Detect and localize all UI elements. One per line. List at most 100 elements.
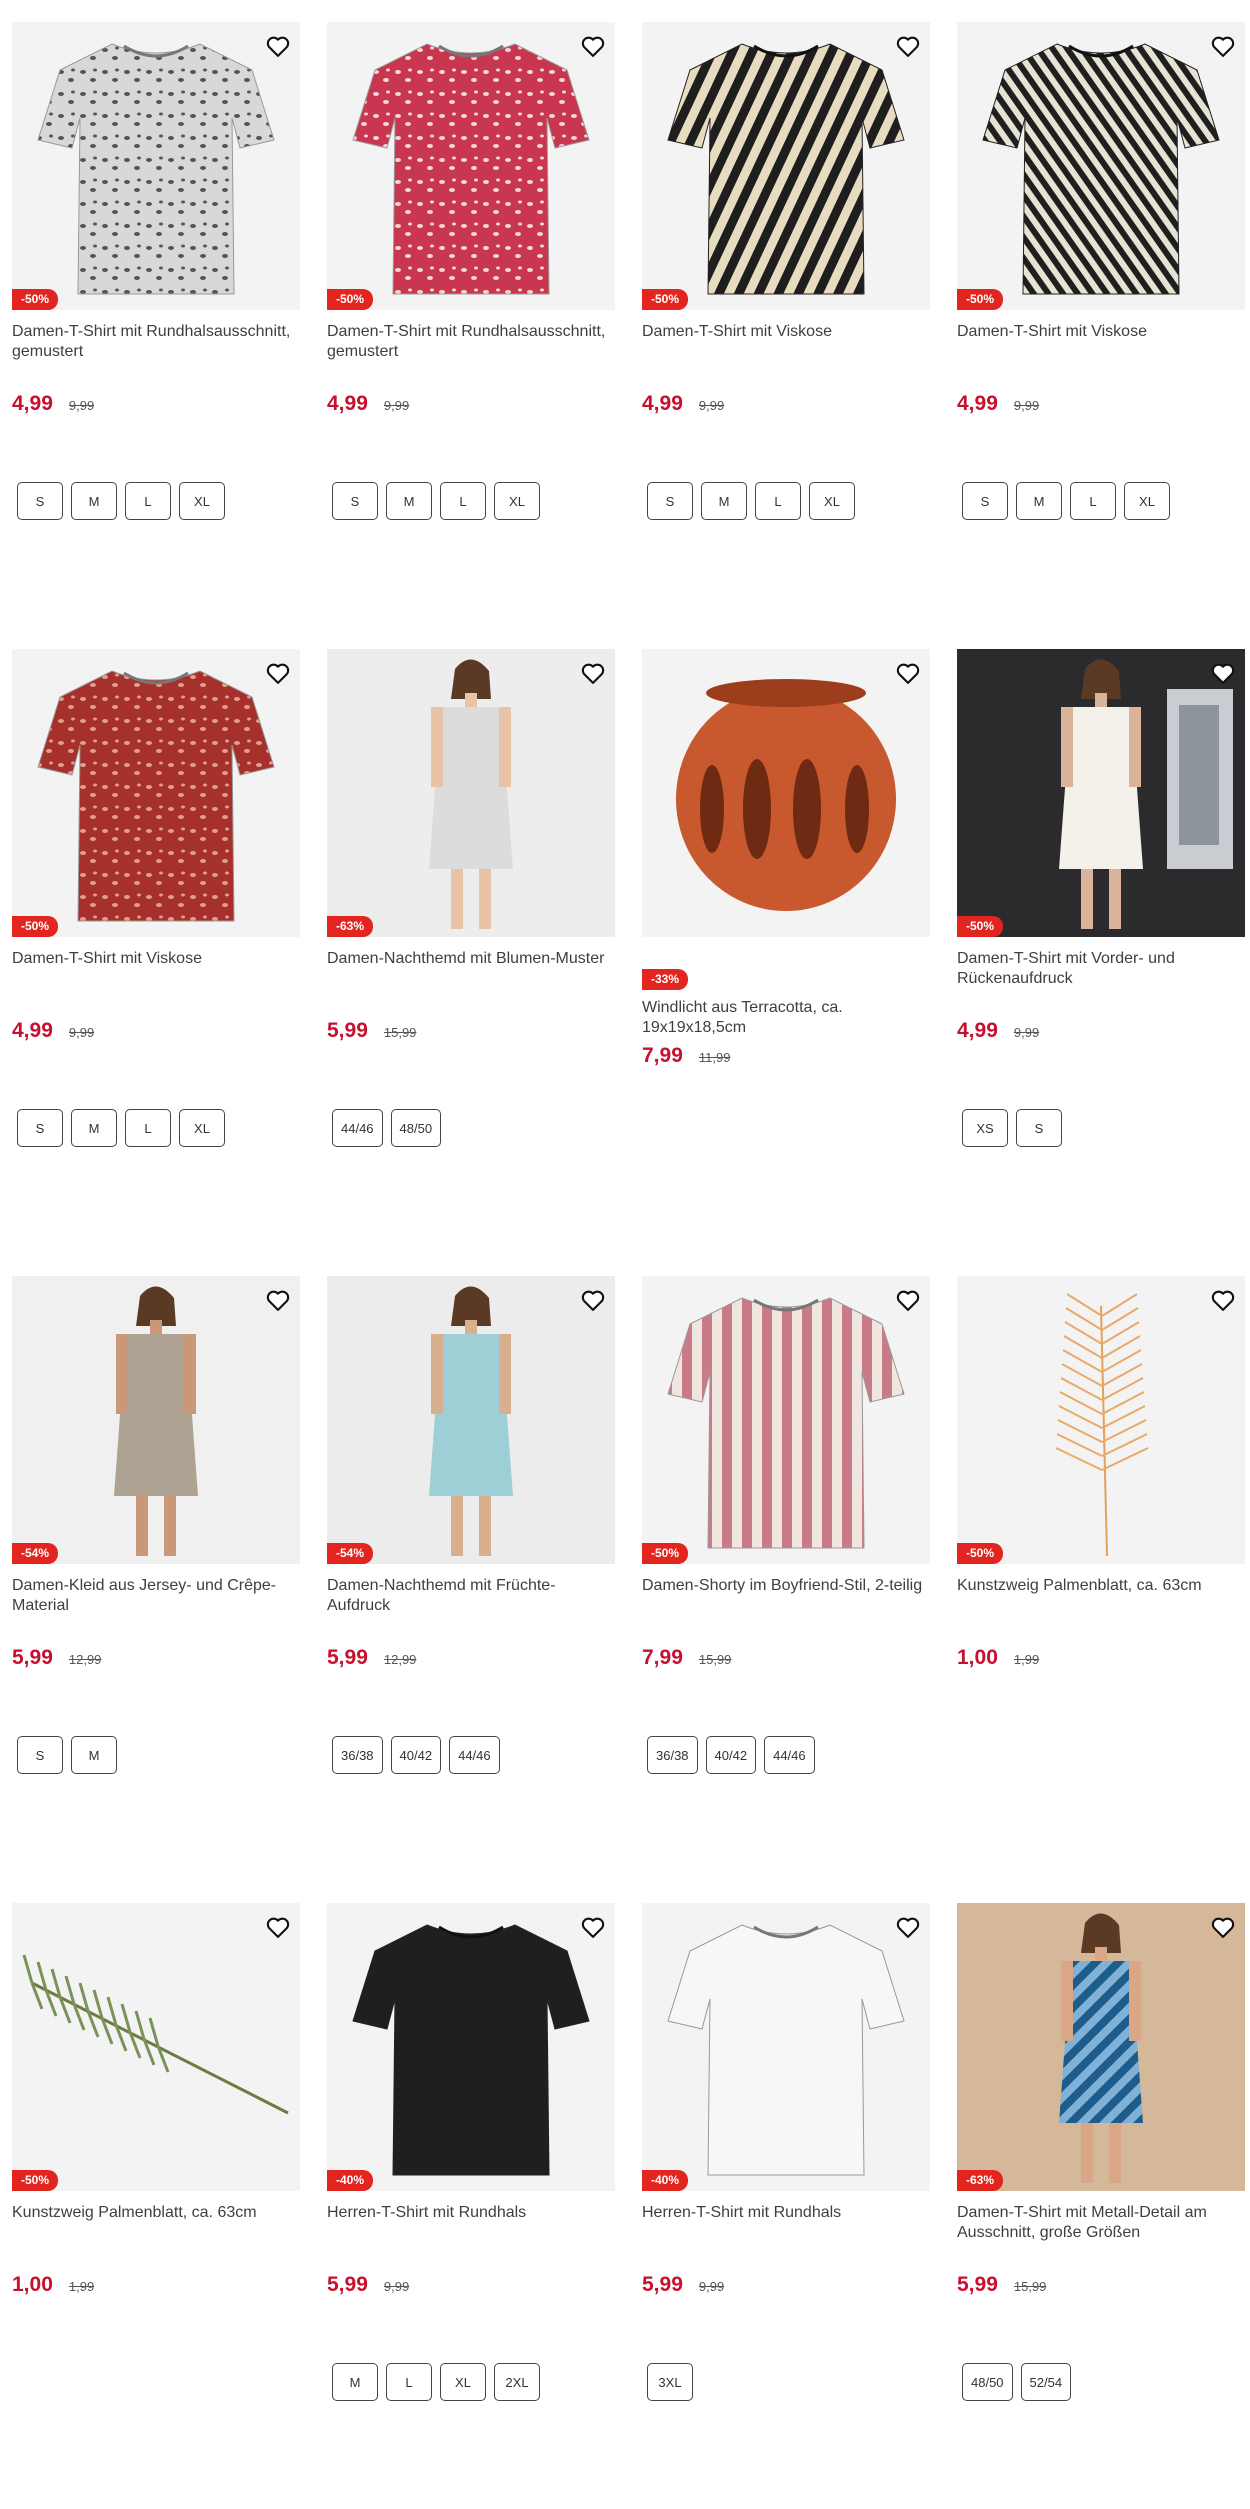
size-option[interactable]: S bbox=[17, 1736, 63, 1774]
wishlist-heart-icon[interactable] bbox=[1209, 659, 1237, 687]
product-title[interactable]: Kunstzweig Palmenblatt, ca. 63cm bbox=[12, 2203, 300, 2245]
product-card[interactable]: -50% Kunstzweig Palmenblatt, ca. 63cm 1,… bbox=[957, 1276, 1245, 1670]
wishlist-heart-icon[interactable] bbox=[894, 32, 922, 60]
size-option[interactable]: 36/38 bbox=[332, 1736, 383, 1774]
wishlist-heart-icon[interactable] bbox=[264, 32, 292, 60]
size-option[interactable]: S bbox=[1016, 1109, 1062, 1147]
size-option[interactable]: L bbox=[1070, 482, 1116, 520]
size-option[interactable]: 40/42 bbox=[390, 1736, 442, 1774]
product-title[interactable]: Damen-T-Shirt mit Rundhalsausschnitt, ge… bbox=[327, 322, 615, 364]
product-image-orange-palm-leaf[interactable]: -50% bbox=[957, 1276, 1245, 1564]
size-option[interactable]: XL bbox=[809, 482, 855, 520]
product-title[interactable]: Damen-Kleid aus Jersey- und Crêpe-Materi… bbox=[12, 1576, 300, 1618]
product-image-striped-pyjama[interactable]: -50% bbox=[642, 1276, 930, 1564]
product-image-leopard-tshirt[interactable]: -50% bbox=[12, 22, 300, 310]
size-option[interactable]: 44/46 bbox=[449, 1736, 500, 1774]
product-title[interactable]: Herren-T-Shirt mit Rundhals bbox=[642, 2203, 930, 2245]
size-option[interactable]: 52/54 bbox=[1020, 2363, 1072, 2401]
size-option[interactable]: 44/46 bbox=[332, 1109, 383, 1147]
product-card[interactable]: -50% Damen-T-Shirt mit Viskose 4,99 9,99… bbox=[642, 22, 930, 520]
size-option[interactable]: S bbox=[962, 482, 1008, 520]
product-image-beige-dress[interactable]: -54% bbox=[12, 1276, 300, 1564]
size-option[interactable]: XL bbox=[179, 482, 225, 520]
size-option[interactable]: M bbox=[332, 2363, 378, 2401]
size-option[interactable]: M bbox=[71, 1736, 117, 1774]
size-option[interactable]: L bbox=[386, 2363, 432, 2401]
size-option[interactable]: S bbox=[17, 482, 63, 520]
size-option[interactable]: L bbox=[440, 482, 486, 520]
product-card[interactable]: -50% Damen-T-Shirt mit Viskose 4,99 9,99… bbox=[12, 649, 300, 1147]
size-option[interactable]: S bbox=[332, 482, 378, 520]
wishlist-heart-icon[interactable] bbox=[894, 1913, 922, 1941]
product-image-blue-nightdress[interactable]: -54% bbox=[327, 1276, 615, 1564]
product-image-red-geo-tshirt[interactable]: -50% bbox=[12, 649, 300, 937]
product-card[interactable]: -33% Windlicht aus Terracotta, ca. 19x19… bbox=[642, 649, 930, 1068]
product-title[interactable]: Damen-Nachthemd mit Blumen-Muster bbox=[327, 949, 615, 991]
size-option[interactable]: XL bbox=[1124, 482, 1170, 520]
size-option[interactable]: 48/50 bbox=[390, 1109, 442, 1147]
size-option[interactable]: XS bbox=[962, 1109, 1008, 1147]
product-title[interactable]: Damen-T-Shirt mit Viskose bbox=[12, 949, 300, 991]
size-option[interactable]: M bbox=[71, 482, 117, 520]
product-image-blue-blouse-model[interactable]: -63% bbox=[957, 1903, 1245, 2191]
size-option[interactable]: M bbox=[1016, 482, 1062, 520]
product-title[interactable]: Damen-T-Shirt mit Metall-Detail am Aussc… bbox=[957, 2203, 1245, 2245]
wishlist-heart-icon[interactable] bbox=[1209, 1913, 1237, 1941]
size-option[interactable]: 44/46 bbox=[764, 1736, 815, 1774]
product-title[interactable]: Damen-Nachthemd mit Früchte-Aufdruck bbox=[327, 1576, 615, 1618]
product-image-zebra-tshirt[interactable]: -50% bbox=[642, 22, 930, 310]
wishlist-heart-icon[interactable] bbox=[1209, 1286, 1237, 1314]
product-card[interactable]: -50% Damen-T-Shirt mit Rundhalsausschnit… bbox=[327, 22, 615, 520]
product-image-red-pattern-tshirt[interactable]: -50% bbox=[327, 22, 615, 310]
product-card[interactable]: -50% Damen-T-Shirt mit Rundhalsausschnit… bbox=[12, 22, 300, 520]
wishlist-heart-icon[interactable] bbox=[264, 659, 292, 687]
size-option[interactable]: 3XL bbox=[647, 2363, 693, 2401]
product-title[interactable]: Herren-T-Shirt mit Rundhals bbox=[327, 2203, 615, 2245]
size-option[interactable]: S bbox=[647, 482, 693, 520]
product-card[interactable]: -54% Damen-Kleid aus Jersey- und Crêpe-M… bbox=[12, 1276, 300, 1774]
size-option[interactable]: 40/42 bbox=[705, 1736, 757, 1774]
size-option[interactable]: 36/38 bbox=[647, 1736, 698, 1774]
product-card[interactable]: -63% Damen-Nachthemd mit Blumen-Muster 5… bbox=[327, 649, 615, 1147]
product-image-green-palm-leaf[interactable]: -50% bbox=[12, 1903, 300, 2191]
wishlist-heart-icon[interactable] bbox=[264, 1913, 292, 1941]
product-card[interactable]: -50% Kunstzweig Palmenblatt, ca. 63cm 1,… bbox=[12, 1903, 300, 2297]
size-option[interactable]: 2XL bbox=[494, 2363, 540, 2401]
product-title[interactable]: Kunstzweig Palmenblatt, ca. 63cm bbox=[957, 1576, 1245, 1618]
wishlist-heart-icon[interactable] bbox=[579, 1913, 607, 1941]
size-option[interactable]: L bbox=[755, 482, 801, 520]
product-image-palm-print-tshirt[interactable]: -50% bbox=[957, 22, 1245, 310]
product-title[interactable]: Damen-T-Shirt mit Viskose bbox=[642, 322, 930, 364]
product-card[interactable]: -50% Damen-T-Shirt mit Viskose 4,99 9,99… bbox=[957, 22, 1245, 520]
product-title[interactable]: Windlicht aus Terracotta, ca. 19x19x18,5… bbox=[642, 998, 930, 1040]
product-image-floral-nightdress[interactable]: -63% bbox=[327, 649, 615, 937]
size-option[interactable]: M bbox=[71, 1109, 117, 1147]
product-card[interactable]: -63% Damen-T-Shirt mit Metall-Detail am … bbox=[957, 1903, 1245, 2401]
product-card[interactable]: -50% Damen-T-Shirt mit Vorder- und Rücke… bbox=[957, 649, 1245, 1147]
size-option[interactable]: S bbox=[17, 1109, 63, 1147]
size-option[interactable]: XL bbox=[440, 2363, 486, 2401]
wishlist-heart-icon[interactable] bbox=[579, 659, 607, 687]
product-card[interactable]: -54% Damen-Nachthemd mit Früchte-Aufdruc… bbox=[327, 1276, 615, 1774]
size-option[interactable]: 48/50 bbox=[962, 2363, 1013, 2401]
size-option[interactable]: M bbox=[701, 482, 747, 520]
product-image-black-tshirt[interactable]: -40% bbox=[327, 1903, 615, 2191]
size-option[interactable]: XL bbox=[494, 482, 540, 520]
product-card[interactable]: -50% Damen-Shorty im Boyfriend-Stil, 2-t… bbox=[642, 1276, 930, 1774]
size-option[interactable]: XL bbox=[179, 1109, 225, 1147]
size-option[interactable]: M bbox=[386, 482, 432, 520]
size-option[interactable]: L bbox=[125, 482, 171, 520]
wishlist-heart-icon[interactable] bbox=[894, 1286, 922, 1314]
product-title[interactable]: Damen-T-Shirt mit Rundhalsausschnitt, ge… bbox=[12, 322, 300, 364]
product-image-terracotta-lantern[interactable] bbox=[642, 649, 930, 937]
product-title[interactable]: Damen-T-Shirt mit Vorder- und Rückenaufd… bbox=[957, 949, 1245, 991]
wishlist-heart-icon[interactable] bbox=[579, 1286, 607, 1314]
product-image-white-tshirt[interactable]: -40% bbox=[642, 1903, 930, 2191]
wishlist-heart-icon[interactable] bbox=[264, 1286, 292, 1314]
product-title[interactable]: Damen-Shorty im Boyfriend-Stil, 2-teilig bbox=[642, 1576, 930, 1618]
size-option[interactable]: L bbox=[125, 1109, 171, 1147]
product-card[interactable]: -40% Herren-T-Shirt mit Rundhals 5,99 9,… bbox=[642, 1903, 930, 2401]
wishlist-heart-icon[interactable] bbox=[894, 659, 922, 687]
product-image-white-tshirt-model[interactable]: -50% bbox=[957, 649, 1245, 937]
product-title[interactable]: Damen-T-Shirt mit Viskose bbox=[957, 322, 1245, 364]
